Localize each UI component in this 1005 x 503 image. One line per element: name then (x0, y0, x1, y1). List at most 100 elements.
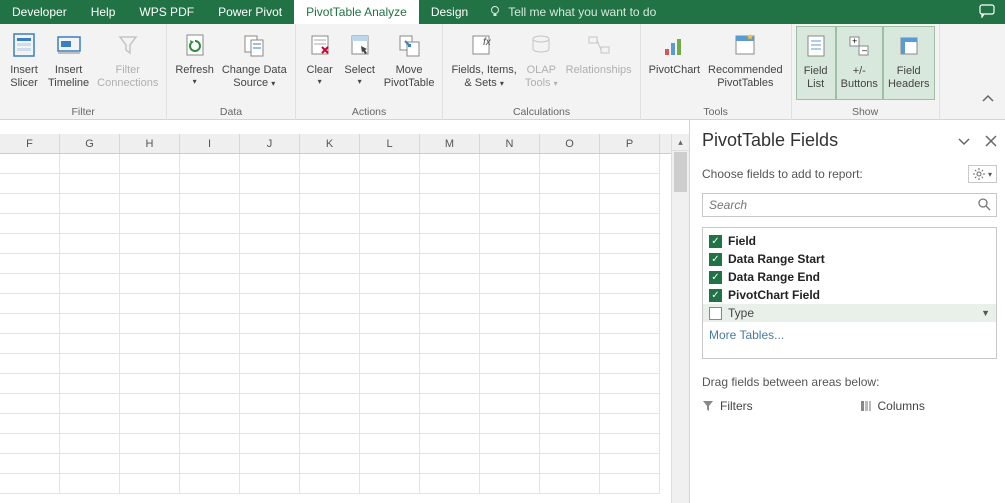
cell[interactable] (360, 394, 420, 414)
cell[interactable] (120, 234, 180, 254)
cell[interactable] (300, 294, 360, 314)
cell[interactable] (240, 274, 300, 294)
cell[interactable] (300, 334, 360, 354)
area-columns[interactable]: Columns (860, 399, 998, 413)
cell[interactable] (360, 274, 420, 294)
cell[interactable] (180, 354, 240, 374)
cell[interactable] (360, 214, 420, 234)
cell[interactable] (240, 154, 300, 174)
scroll-thumb[interactable] (674, 152, 687, 192)
column-header[interactable]: N (480, 134, 540, 153)
cell[interactable] (240, 374, 300, 394)
cell[interactable] (120, 194, 180, 214)
relationships-button[interactable]: Relationships (562, 26, 636, 100)
cell[interactable] (420, 374, 480, 394)
cell[interactable] (180, 234, 240, 254)
cell[interactable] (480, 154, 540, 174)
cell[interactable] (300, 454, 360, 474)
cell[interactable] (600, 434, 660, 454)
cell[interactable] (420, 154, 480, 174)
olap-tools-button[interactable]: OLAP Tools ▾ (521, 26, 562, 100)
cell[interactable] (540, 334, 600, 354)
pane-layout-button[interactable]: ▾ (968, 165, 997, 183)
field-checkbox[interactable] (709, 307, 722, 320)
cell[interactable] (180, 274, 240, 294)
cell[interactable] (120, 174, 180, 194)
cell[interactable] (120, 414, 180, 434)
cell[interactable] (480, 194, 540, 214)
cell[interactable] (360, 294, 420, 314)
cell[interactable] (0, 374, 60, 394)
collapse-ribbon-button[interactable] (981, 93, 995, 103)
field-list-toggle[interactable]: Field List (796, 26, 836, 100)
cell[interactable] (600, 454, 660, 474)
cell[interactable] (60, 394, 120, 414)
cell[interactable] (240, 214, 300, 234)
cell[interactable] (420, 454, 480, 474)
cell[interactable] (540, 294, 600, 314)
cell[interactable] (240, 414, 300, 434)
cell[interactable] (360, 474, 420, 494)
cell[interactable] (420, 294, 480, 314)
cell[interactable] (600, 234, 660, 254)
cell[interactable] (180, 434, 240, 454)
cell[interactable] (540, 374, 600, 394)
cell[interactable] (300, 254, 360, 274)
cell[interactable] (0, 254, 60, 274)
cell[interactable] (240, 474, 300, 494)
cell[interactable] (120, 254, 180, 274)
cell[interactable] (540, 154, 600, 174)
cell[interactable] (240, 234, 300, 254)
cell[interactable] (360, 254, 420, 274)
cell[interactable] (120, 394, 180, 414)
tab-pivottable-analyze[interactable]: PivotTable Analyze (294, 0, 419, 24)
cell[interactable] (0, 214, 60, 234)
cell[interactable] (480, 174, 540, 194)
cell[interactable] (420, 474, 480, 494)
cell[interactable] (0, 334, 60, 354)
scroll-up-button[interactable]: ▴ (672, 134, 689, 151)
cell[interactable] (0, 354, 60, 374)
cell[interactable] (420, 414, 480, 434)
cell[interactable] (300, 194, 360, 214)
cell[interactable] (540, 274, 600, 294)
field-item[interactable]: ✓Data Range End (703, 268, 996, 286)
cell[interactable] (240, 174, 300, 194)
tab-design[interactable]: Design (419, 0, 480, 24)
cell[interactable] (120, 214, 180, 234)
cell[interactable] (480, 334, 540, 354)
cell[interactable] (180, 334, 240, 354)
cell[interactable] (60, 474, 120, 494)
cell[interactable] (420, 214, 480, 234)
cell[interactable] (540, 394, 600, 414)
column-header[interactable]: M (420, 134, 480, 153)
cell[interactable] (60, 454, 120, 474)
cell[interactable] (240, 194, 300, 214)
cell[interactable] (0, 414, 60, 434)
cell[interactable] (540, 354, 600, 374)
recommended-pivottables-button[interactable]: Recommended PivotTables (704, 26, 787, 100)
column-header[interactable]: I (180, 134, 240, 153)
fields-items-sets-button[interactable]: fx Fields, Items, & Sets ▾ (447, 26, 520, 100)
field-item[interactable]: Type▼ (703, 304, 996, 322)
cell[interactable] (420, 254, 480, 274)
cell[interactable] (480, 234, 540, 254)
tab-power-pivot[interactable]: Power Pivot (206, 0, 294, 24)
cell[interactable] (0, 174, 60, 194)
column-header[interactable]: P (600, 134, 660, 153)
cell[interactable] (60, 154, 120, 174)
field-checkbox[interactable]: ✓ (709, 271, 722, 284)
cell[interactable] (60, 414, 120, 434)
cell[interactable] (60, 354, 120, 374)
cell[interactable] (540, 314, 600, 334)
cell[interactable] (600, 374, 660, 394)
cell[interactable] (360, 454, 420, 474)
field-checkbox[interactable]: ✓ (709, 235, 722, 248)
cell[interactable] (180, 314, 240, 334)
cell[interactable] (480, 454, 540, 474)
cell[interactable] (120, 334, 180, 354)
cell[interactable] (600, 414, 660, 434)
field-headers-toggle[interactable]: Field Headers (883, 26, 935, 100)
pane-collapse-button[interactable] (957, 135, 971, 147)
field-item[interactable]: ✓Data Range Start (703, 250, 996, 268)
